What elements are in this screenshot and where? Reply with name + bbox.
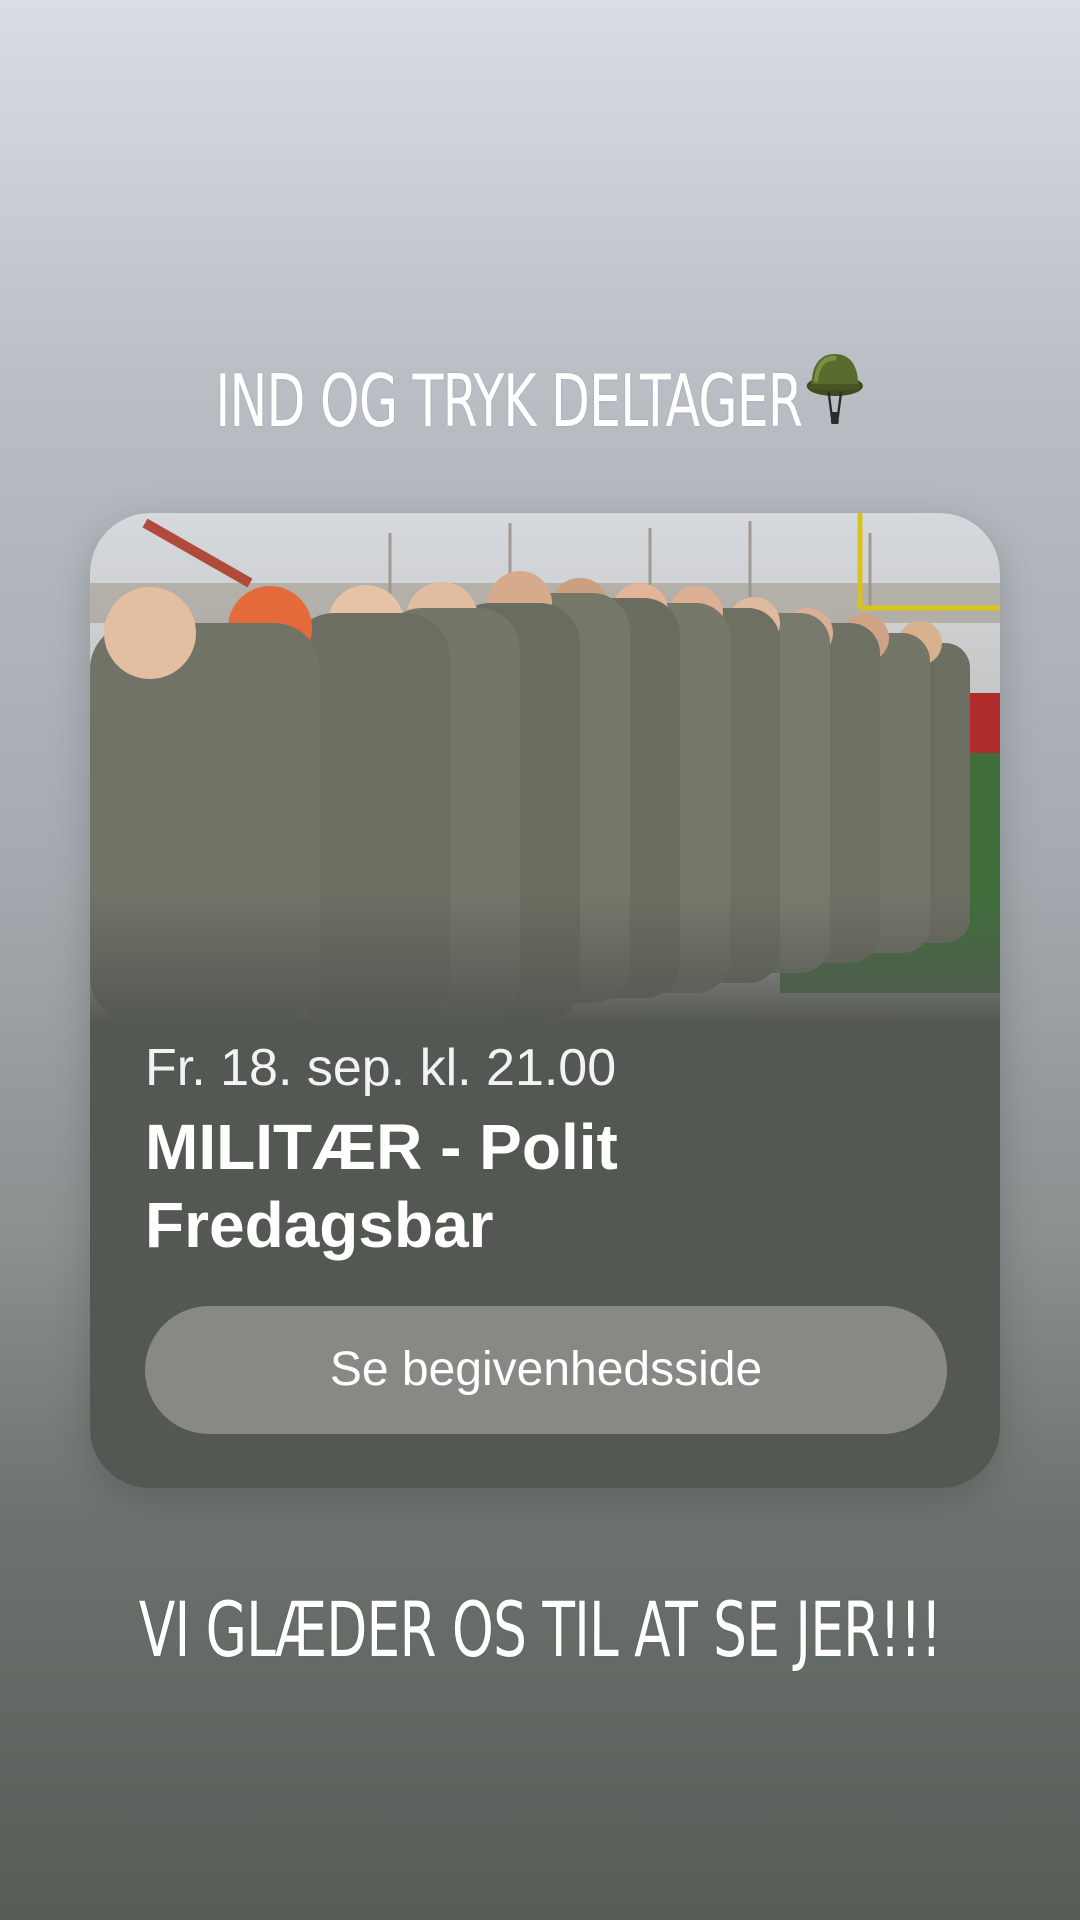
headline-top-text: IND OG TRYK DELTAGER: [215, 359, 803, 443]
event-title: MILITÆR - Polit Fredagsbar: [145, 1111, 618, 1261]
event-date: Fr. 18. sep. kl. 21.00: [145, 1039, 617, 1097]
story-headline-top: IND OG TRYK DELTAGER: [119, 354, 961, 448]
event-photo: [90, 513, 1000, 1023]
view-event-page-button[interactable]: Se begivenhedsside: [145, 1306, 947, 1434]
event-card[interactable]: Fr. 18. sep. kl. 21.00 MILITÆR - Polit F…: [90, 513, 1000, 1488]
military-helmet-icon: [805, 350, 864, 448]
story-headline-bottom: VI GLÆDER OS TIL AT SE JER!!!: [138, 1585, 942, 1674]
